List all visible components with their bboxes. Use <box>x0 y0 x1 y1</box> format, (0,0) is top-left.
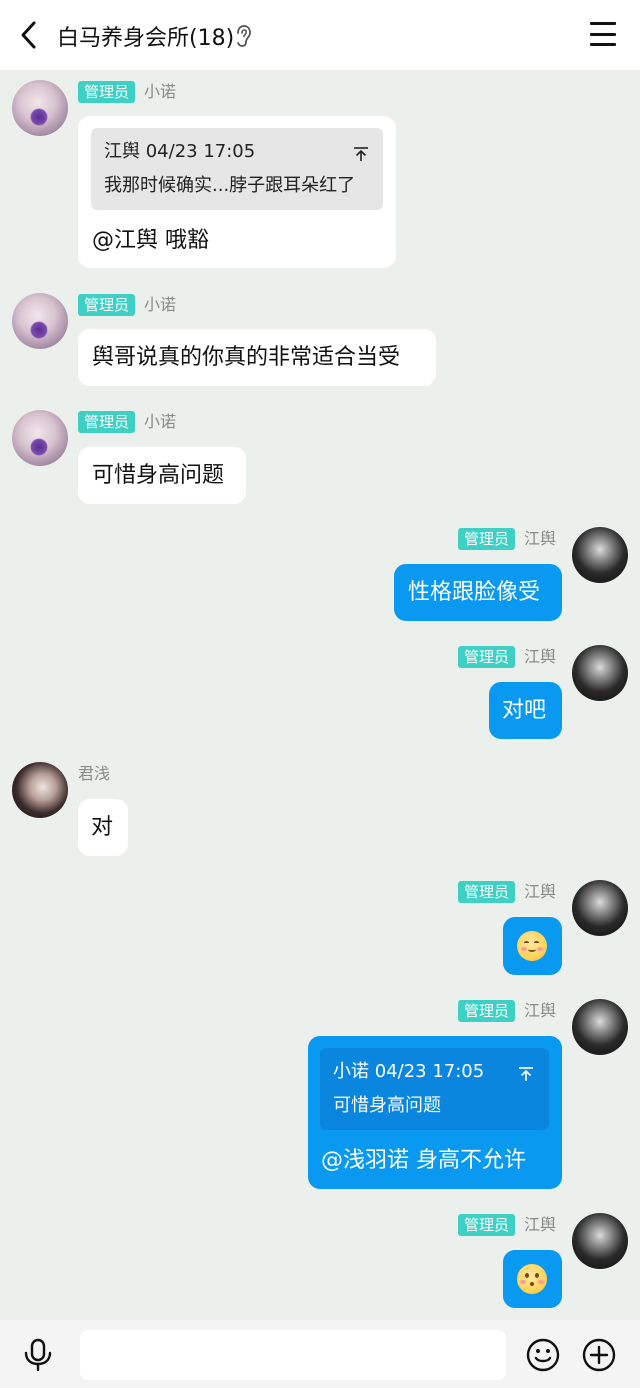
message-bubble[interactable]: 江舆 04/23 17:05 我那时候确实...脖子跟耳朵红了 @江舆 哦豁 <box>78 116 396 268</box>
message-bubble[interactable] <box>503 1250 562 1308</box>
avatar-jiangyu[interactable] <box>572 1213 628 1269</box>
admin-badge: 管理员 <box>458 646 516 668</box>
avatar-xiaonuo[interactable] <box>12 410 68 466</box>
sender-name: 江舆 <box>524 882 557 901</box>
message-bubble[interactable]: 性格跟脸像受 <box>394 564 562 621</box>
back-button[interactable] <box>10 15 46 55</box>
sender-name: 小诺 <box>144 412 177 431</box>
sender-name: 江舆 <box>524 1001 557 1020</box>
input-bar <box>0 1320 640 1388</box>
quote-text: 我那时候确实...脖子跟耳朵红了 <box>104 175 356 196</box>
smiley-icon[interactable] <box>526 1338 560 1372</box>
arrow-up-icon <box>354 147 368 161</box>
admin-badge: 管理员 <box>78 294 136 316</box>
admin-badge: 管理员 <box>458 1000 516 1022</box>
message-text: @江舆 哦豁 <box>92 228 209 253</box>
sender-name: 江舆 <box>524 1215 557 1234</box>
sender-name: 江舆 <box>524 647 557 666</box>
hamburger-menu-icon[interactable] <box>590 22 616 46</box>
ear-icon[interactable] <box>234 24 252 48</box>
message-text: 对 <box>91 815 114 840</box>
quoted-message[interactable]: 江舆 04/23 17:05 我那时候确实...脖子跟耳朵红了 <box>91 128 383 210</box>
blushing-face-emoji <box>517 1264 547 1294</box>
message-input[interactable] <box>80 1330 506 1380</box>
sender-name: 小诺 <box>144 295 177 314</box>
admin-badge: 管理员 <box>458 1214 516 1236</box>
chat-header: 白马养身会所(18) <box>0 0 640 70</box>
message-bubble[interactable]: 舆哥说真的你真的非常适合当受 <box>78 329 436 386</box>
plus-circle-icon[interactable] <box>582 1338 616 1372</box>
message-bubble[interactable]: 小诺 04/23 17:05 可惜身高问题 @浅羽诺 身高不允许 <box>308 1036 562 1189</box>
avatar-jiangyu[interactable] <box>572 880 628 936</box>
message-text: 舆哥说真的你真的非常适合当受 <box>92 345 401 370</box>
message-text: 性格跟脸像受 <box>408 580 541 605</box>
admin-badge: 管理员 <box>458 528 516 550</box>
arrow-up-icon <box>519 1067 533 1081</box>
message-text: 对吧 <box>502 698 547 723</box>
smiling-blush-emoji <box>517 931 547 961</box>
message-text: 可惜身高问题 <box>92 463 225 488</box>
avatar-xiaonuo[interactable] <box>12 293 68 349</box>
avatar-jiangyu[interactable] <box>572 645 628 701</box>
avatar-junqian[interactable] <box>12 762 68 818</box>
message-text: @浅羽诺 身高不允许 <box>321 1148 526 1173</box>
chat-title: 白马养身会所(18) <box>57 26 235 51</box>
avatar-jiangyu[interactable] <box>572 999 628 1055</box>
sender-name: 小诺 <box>144 82 177 101</box>
chevron-left-icon <box>21 21 36 49</box>
avatar-xiaonuo[interactable] <box>12 80 68 136</box>
avatar-jiangyu[interactable] <box>572 527 628 583</box>
admin-badge: 管理员 <box>78 81 136 103</box>
quote-text: 可惜身高问题 <box>333 1095 441 1116</box>
admin-badge: 管理员 <box>458 881 516 903</box>
admin-badge: 管理员 <box>78 411 136 433</box>
message-bubble[interactable]: 对 <box>78 799 128 856</box>
quote-meta: 江舆 04/23 17:05 <box>104 141 256 162</box>
message-bubble[interactable]: 可惜身高问题 <box>78 447 246 504</box>
quote-meta: 小诺 04/23 17:05 <box>333 1061 485 1082</box>
sender-name: 江舆 <box>524 529 557 548</box>
microphone-icon[interactable] <box>22 1338 54 1372</box>
quoted-message[interactable]: 小诺 04/23 17:05 可惜身高问题 <box>320 1048 549 1130</box>
message-bubble[interactable]: 对吧 <box>489 682 562 739</box>
sender-name: 君浅 <box>78 764 111 783</box>
message-bubble[interactable] <box>503 917 562 975</box>
